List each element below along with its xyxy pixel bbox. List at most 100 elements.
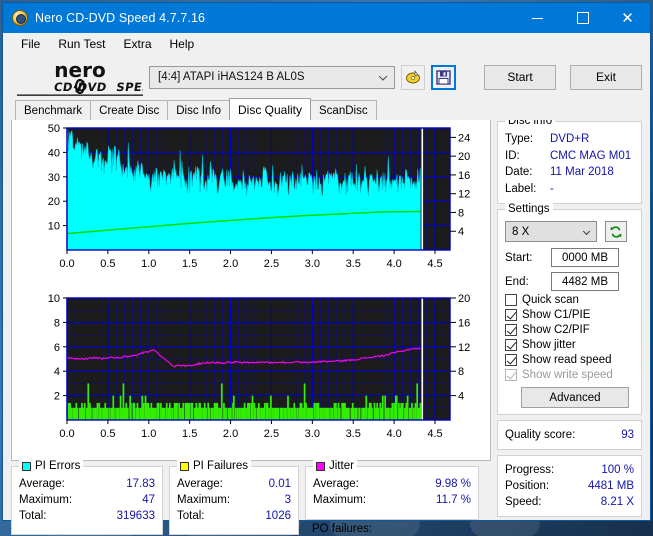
jitter-average-row: Average: 9.98 % xyxy=(313,476,471,492)
end-position-label: End: xyxy=(505,275,529,288)
charts-panel: 10 20 30 40 50 4 8 12 16 20 24 0.0 0.5 1.0 1.5 2.0 2.5 3.… xyxy=(11,120,491,461)
pi-failures-average-value: 0.01 xyxy=(268,478,291,490)
start-button[interactable]: Start xyxy=(484,64,557,90)
tab-bar: Benchmark Create Disc Disc Info Disc Qua… xyxy=(3,98,650,120)
drive-selector[interactable]: [4:4] ATAPI iHAS124 B AL0S xyxy=(149,65,395,89)
title-bar: Nero CD-DVD Speed 4.7.7.16 ✕ xyxy=(3,3,650,33)
pi-failures-average-label: Average: xyxy=(177,478,223,490)
window-title: Nero CD-DVD Speed 4.7.7.16 xyxy=(35,11,206,25)
progress-label: Progress: xyxy=(505,464,555,476)
disc-date-row: Date: 11 Mar 2018 xyxy=(505,164,634,181)
jitter-column: Jitter Average: 9.98 % Maximum: 11.7 % P… xyxy=(305,460,479,535)
disc-label-value: - xyxy=(550,182,554,195)
quality-score-label: Quality score: xyxy=(505,429,576,441)
svg-text:2.5: 2.5 xyxy=(264,258,279,270)
tab-disc-info[interactable]: Disc Info xyxy=(167,100,230,120)
pi-errors-color-swatch xyxy=(22,461,31,471)
pi-errors-legend: PI Errors xyxy=(19,460,84,472)
disc-id-value: CMC MAG M01 xyxy=(550,149,632,162)
tab-benchmark[interactable]: Benchmark xyxy=(15,100,92,120)
checkbox-label: Quick scan xyxy=(522,294,579,306)
save-results-button[interactable] xyxy=(431,64,457,90)
jitter-average-label: Average: xyxy=(313,478,359,490)
pi-failures-maximum-label: Maximum: xyxy=(177,494,231,506)
svg-text:3.5: 3.5 xyxy=(346,258,361,270)
chevron-down-icon xyxy=(582,227,591,235)
advanced-button[interactable]: Advanced xyxy=(521,387,629,408)
jitter-maximum-label: Maximum: xyxy=(313,494,367,506)
checkbox-label: Show jitter xyxy=(522,339,576,351)
pi-failures-jitter-chart: 2 4 6 8 10 4 8 12 16 20 0.0 0.5 1.0 1.5 2.0 2.5 3.0 3.5 4.… xyxy=(12,290,490,460)
pi-errors-average-row: Average: 17.83 xyxy=(19,476,155,492)
svg-text:3.0: 3.0 xyxy=(305,258,320,270)
checkbox-label: Show C2/PIF xyxy=(522,324,590,336)
menu-bar: File Run Test Extra Help xyxy=(3,33,650,56)
start-position-label: Start: xyxy=(505,251,533,264)
menu-item-file[interactable]: File xyxy=(12,35,49,53)
end-position-input[interactable]: 4482 MB xyxy=(551,272,619,291)
svg-text:4: 4 xyxy=(458,226,464,238)
svg-text:8: 8 xyxy=(54,317,60,329)
quality-score-group: Quality score: 93 xyxy=(497,420,642,450)
svg-text:4.5: 4.5 xyxy=(427,428,442,440)
maximize-button[interactable] xyxy=(560,3,605,33)
checkbox-quick-scan[interactable]: Quick scan xyxy=(505,294,634,306)
checkbox-box xyxy=(505,354,517,366)
svg-text:20: 20 xyxy=(48,196,60,208)
svg-text:12: 12 xyxy=(458,189,470,201)
eject-disc-button[interactable] xyxy=(401,64,426,90)
disc-id-row: ID: CMC MAG M01 xyxy=(505,148,634,165)
disc-type-value: DVD+R xyxy=(550,133,590,145)
tab-create-disc[interactable]: Create Disc xyxy=(90,100,169,120)
app-window: Nero CD-DVD Speed 4.7.7.16 ✕ File Run Te… xyxy=(2,2,651,535)
checkbox-box xyxy=(505,309,517,321)
tab-disc-quality[interactable]: Disc Quality xyxy=(229,98,312,120)
disc-info-group: Disc info Type: DVD+R ID: CMC MAG M01 Da… xyxy=(497,115,642,204)
pi-errors-group: PI Errors Average: 17.83 Maximum: 47 Tot… xyxy=(11,460,163,535)
pi-failures-average-row: Average: 0.01 xyxy=(177,476,291,492)
chevron-down-icon xyxy=(378,72,388,81)
svg-text:8: 8 xyxy=(458,207,464,219)
pi-failures-color-swatch xyxy=(180,461,189,471)
jitter-group: Jitter Average: 9.98 % Maximum: 11.7 % xyxy=(305,460,479,520)
speed-row: Speed: 8.21 X xyxy=(505,494,634,510)
menu-item-run-test[interactable]: Run Test xyxy=(49,35,114,53)
refresh-button[interactable] xyxy=(605,221,627,242)
desktop: Nero CD-DVD Speed 4.7.7.16 ✕ File Run Te… xyxy=(0,0,653,536)
svg-text:20: 20 xyxy=(458,293,470,305)
pi-errors-average-label: Average: xyxy=(19,478,65,490)
svg-text:1.5: 1.5 xyxy=(182,428,197,440)
minimize-button[interactable] xyxy=(515,3,560,33)
svg-text:10: 10 xyxy=(48,293,60,305)
speed-select[interactable]: 8 X xyxy=(505,221,597,242)
svg-text:4.5: 4.5 xyxy=(427,258,442,270)
pi-errors-total-label: Total: xyxy=(19,510,47,522)
close-button[interactable]: ✕ xyxy=(605,3,650,33)
disc-label-label: Label: xyxy=(505,182,537,195)
checkbox-show-jitter[interactable]: Show jitter xyxy=(505,339,634,351)
svg-text:4.0: 4.0 xyxy=(386,258,401,270)
checkbox-show-c1-pie[interactable]: Show C1/PIE xyxy=(505,309,634,321)
checkbox-show-c2-pif[interactable]: Show C2/PIF xyxy=(505,324,634,336)
disc-type-row: Type: DVD+R xyxy=(505,131,634,148)
exit-button[interactable]: Exit xyxy=(570,64,642,90)
start-position-input[interactable]: 0000 MB xyxy=(551,248,619,267)
checkbox-box xyxy=(505,294,517,306)
toolbar: nero CD·DVD SPEED [4:4] ATAPI iHAS124 B … xyxy=(3,56,650,98)
checkbox-label: Show write speed xyxy=(522,369,613,381)
menu-item-help[interactable]: Help xyxy=(161,35,204,53)
statistics-row: PI Errors Average: 17.83 Maximum: 47 Tot… xyxy=(11,460,491,535)
speed-select-value: 8 X xyxy=(512,225,530,238)
svg-text:1.5: 1.5 xyxy=(182,258,197,270)
svg-text:nero: nero xyxy=(54,58,105,82)
svg-text:3.0: 3.0 xyxy=(305,428,320,440)
svg-text:0.0: 0.0 xyxy=(59,428,74,440)
pi-errors-average-value: 17.83 xyxy=(126,478,155,490)
svg-text:4: 4 xyxy=(458,391,464,403)
checkbox-show-read-speed[interactable]: Show read speed xyxy=(505,354,634,366)
tab-scandisc[interactable]: ScanDisc xyxy=(310,100,377,120)
svg-text:10: 10 xyxy=(48,221,60,233)
po-failures-label: PO failures: xyxy=(312,523,373,535)
speed-label: Speed: xyxy=(505,496,542,508)
menu-item-extra[interactable]: Extra xyxy=(114,35,160,53)
